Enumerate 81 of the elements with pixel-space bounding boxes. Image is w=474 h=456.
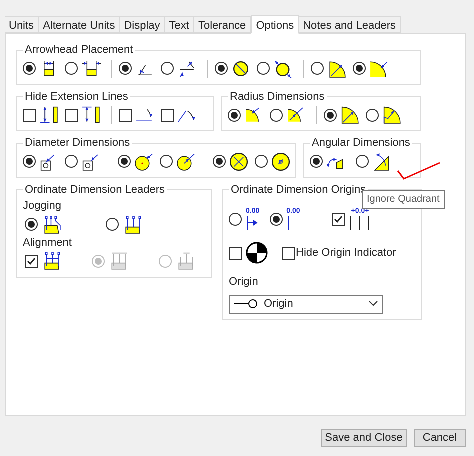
dimension-style-icon	[42, 251, 62, 271]
radio-button[interactable]	[23, 62, 36, 75]
tab[interactable]: Options	[251, 15, 300, 34]
radio-button[interactable]	[229, 212, 242, 226]
group-title: Hide Extension Lines	[24, 90, 130, 104]
group-title: Angular Dimensions	[311, 136, 412, 151]
dimension-style-icon	[123, 214, 143, 234]
radio-button[interactable]	[25, 218, 38, 231]
radio-button[interactable]	[356, 155, 369, 168]
radio-button[interactable]	[270, 108, 283, 122]
radio-button[interactable]	[324, 108, 337, 122]
origin-label: Origin	[229, 275, 260, 290]
hand-drawn-check-icon	[397, 161, 441, 181]
tab[interactable]: Text	[165, 16, 194, 33]
group-title: Radius Dimensions	[229, 90, 326, 104]
radio-button[interactable]	[353, 62, 366, 75]
alignment-label: Alignment	[23, 236, 73, 250]
radio-button[interactable]	[106, 218, 119, 231]
origin-value: Origin	[264, 296, 294, 312]
dimension-style-icon	[340, 105, 360, 125]
checkbox[interactable]	[282, 246, 295, 260]
chevron-down-icon	[369, 301, 378, 307]
radio-button[interactable]	[257, 62, 270, 75]
dimension-style-icon	[134, 152, 154, 172]
radio-button[interactable]	[228, 108, 241, 122]
radio-button[interactable]	[255, 155, 268, 168]
tab[interactable]: Display	[120, 16, 166, 33]
dimension-style-icon	[286, 105, 306, 125]
radio-button[interactable]	[270, 212, 283, 226]
origin-marker-icon	[286, 216, 291, 230]
dimension-style-icon	[327, 58, 347, 78]
origin-line-icon	[234, 299, 258, 309]
radio-button[interactable]	[118, 155, 131, 168]
spacing-lines-icon	[349, 216, 372, 230]
dimension-style-icon	[271, 152, 291, 172]
jogging-label: Jogging	[23, 199, 63, 214]
radio-button[interactable]	[65, 155, 78, 168]
dimension-style-icon	[176, 251, 196, 271]
radio-button[interactable]	[311, 62, 324, 75]
radio-button[interactable]	[215, 62, 228, 75]
tooltip: Ignore Quadrant	[362, 190, 445, 209]
origin-marker-icon	[246, 216, 258, 230]
dimension-style-icon	[273, 58, 293, 78]
dimension-style-icon	[176, 152, 196, 172]
origin-dropdown[interactable]: Origin	[229, 294, 383, 314]
checkbox[interactable]	[65, 108, 78, 122]
dimension-style-icon	[42, 214, 62, 234]
radio-button[interactable]	[65, 62, 78, 75]
checkbox[interactable]	[25, 254, 38, 268]
dimension-style-icon	[109, 251, 129, 271]
hide-origin-indicator-label: Hide Origin Indicator	[296, 246, 396, 261]
radio-button[interactable]	[160, 155, 173, 168]
group-title: Ordinate Dimension Leaders	[24, 182, 166, 198]
dimension-style-icon	[382, 105, 402, 125]
dimension-style-icon	[39, 105, 59, 125]
radio-button[interactable]	[366, 108, 379, 122]
dimension-style-icon	[372, 152, 392, 172]
radio-button[interactable]	[161, 62, 174, 75]
tab[interactable]: Notes and Leaders	[299, 16, 402, 33]
dialog-button[interactable]: Cancel	[414, 429, 466, 447]
checkbox[interactable]	[332, 212, 346, 226]
radio-button[interactable]	[119, 62, 132, 75]
dimension-style-icon	[81, 58, 101, 78]
dialog-button[interactable]: Save and Close	[321, 429, 407, 447]
checkbox[interactable]	[229, 246, 242, 260]
origin-symbol-icon	[246, 242, 268, 264]
tab[interactable]: Tolerance	[194, 16, 252, 33]
radio-button[interactable]	[310, 155, 323, 168]
radio-button[interactable]	[213, 155, 226, 168]
checkbox[interactable]	[161, 108, 174, 122]
dimension-style-icon	[231, 58, 251, 78]
checkbox[interactable]	[23, 108, 36, 122]
dimension-style-icon	[81, 105, 101, 125]
radio-button[interactable]	[23, 155, 36, 168]
checkbox[interactable]	[119, 108, 132, 122]
tab[interactable]: Units	[5, 16, 40, 33]
group-title: Arrowhead Placement	[24, 43, 134, 58]
dimension-style-icon	[229, 152, 249, 172]
tab[interactable]: Alternate Units	[39, 16, 120, 33]
group-title: Diameter Dimensions	[24, 136, 132, 151]
dimension-style-icon	[369, 58, 389, 78]
